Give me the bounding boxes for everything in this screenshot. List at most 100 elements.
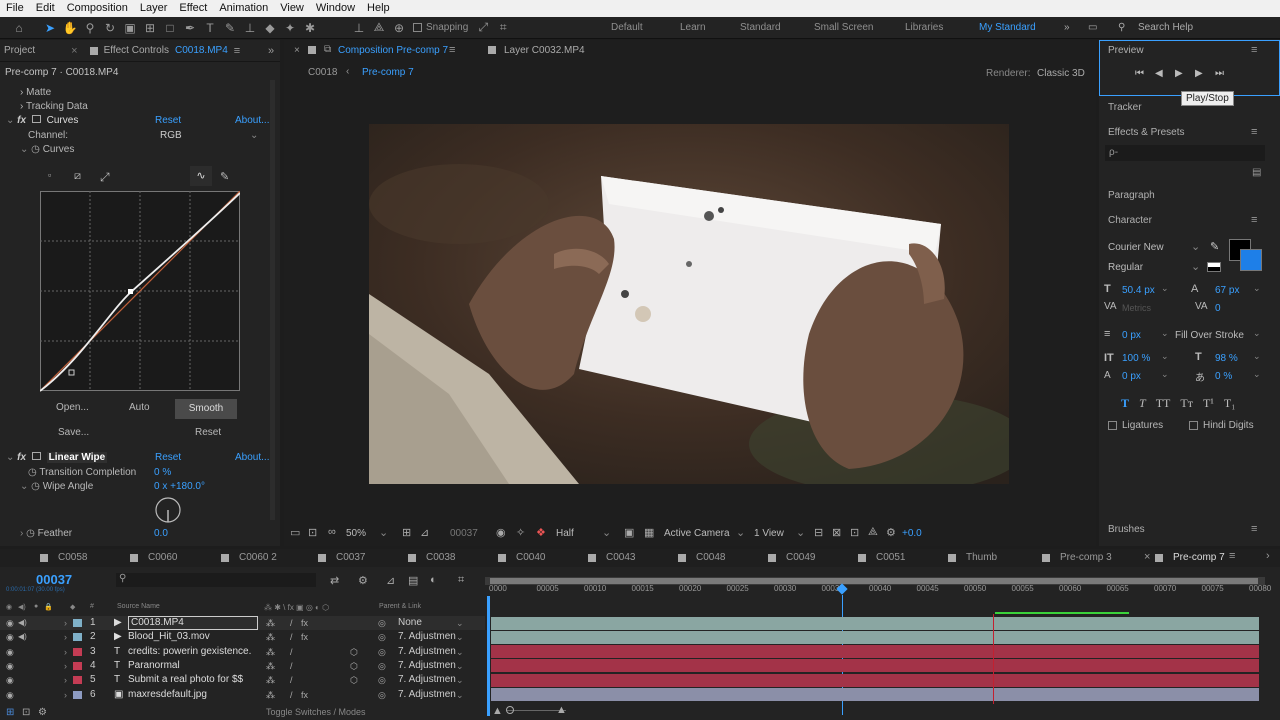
panel-menu-icon[interactable]: ≡ — [1251, 44, 1257, 56]
chevron-down-icon[interactable]: ⌄ — [379, 526, 388, 539]
curves-graph[interactable] — [40, 191, 240, 392]
graph-editor-icon[interactable]: ⌗ — [458, 574, 464, 587]
fx-switch-icon[interactable]: fx — [301, 616, 308, 630]
lock-icon[interactable] — [768, 554, 776, 562]
eye-icon[interactable]: ◉ — [6, 645, 14, 659]
tab-c0060[interactable]: C0060 — [148, 552, 177, 563]
default-colors-icon[interactable] — [1207, 262, 1221, 272]
stroke-color-swatch[interactable] — [1240, 249, 1262, 271]
label-color[interactable] — [73, 619, 82, 627]
layer-duration-bar[interactable] — [491, 630, 1259, 644]
chevron-down-icon[interactable]: ⌄ — [456, 630, 464, 644]
stopwatch-icon[interactable]: ◷ — [28, 467, 37, 478]
stopwatch-icon[interactable]: ◷ — [26, 528, 35, 539]
zoom-tool-icon[interactable]: ⚲ — [81, 19, 99, 37]
fx-icon[interactable]: fx — [17, 115, 26, 126]
lock-icon[interactable] — [1042, 554, 1050, 562]
channel-select[interactable]: RGB — [160, 129, 182, 143]
layer-duration-bar[interactable] — [491, 616, 1259, 630]
chevron-down-icon[interactable]: ⌄ — [250, 129, 258, 143]
eye-icon[interactable]: ◉ — [6, 688, 14, 702]
menu-effect[interactable]: Effect — [173, 0, 213, 17]
pick-whip-icon[interactable]: ◎ — [378, 673, 386, 687]
label-color[interactable] — [73, 647, 82, 656]
renderer-value[interactable]: Classic 3D — [1037, 68, 1085, 79]
eye-icon[interactable]: ◉ — [6, 659, 14, 673]
parent-select[interactable]: None — [398, 616, 422, 630]
paragraph-title[interactable]: Paragraph — [1108, 190, 1155, 201]
lock-icon[interactable] — [130, 554, 138, 562]
linear-wipe-reset-link[interactable]: Reset — [155, 451, 181, 465]
pick-whip-icon[interactable]: ◎ — [378, 688, 386, 702]
workspace-learn[interactable]: Learn — [680, 17, 706, 39]
curve-medium-icon[interactable]: ⧄ — [74, 170, 81, 183]
chevron-down-icon[interactable]: ⌄ — [1161, 328, 1169, 339]
feather-value[interactable]: 0.0 — [154, 527, 168, 541]
small-caps-icon[interactable]: Tт — [1180, 396, 1193, 411]
menu-composition[interactable]: Composition — [61, 0, 134, 17]
snap-options-icon[interactable]: ⤢ — [474, 19, 492, 37]
always-preview-icon[interactable]: ▭ — [290, 526, 300, 539]
label-color[interactable] — [73, 690, 82, 699]
lock-icon[interactable] — [40, 554, 48, 562]
kerning-value[interactable]: Metrics — [1122, 303, 1151, 313]
lock-icon[interactable] — [858, 554, 866, 562]
audio-icon[interactable]: ◀) — [18, 630, 27, 644]
tab-c0040[interactable]: C0040 — [516, 552, 545, 563]
font-style-select[interactable]: Regular — [1108, 262, 1143, 273]
chevron-down-icon[interactable]: ⌄ — [1191, 240, 1200, 253]
exposure-value[interactable]: +0.0 — [902, 528, 922, 539]
tab-c0043[interactable]: C0043 — [606, 552, 635, 563]
expand-icon[interactable]: ⊞ — [6, 707, 14, 718]
parent-select[interactable]: 7. Adjustmen — [398, 659, 456, 673]
rotate-tool-icon[interactable]: ↻ — [101, 19, 119, 37]
collapse-arrow-icon[interactable]: ⌄ — [6, 115, 14, 126]
faux-bold-icon[interactable]: T — [1121, 396, 1129, 411]
vertical-scale-value[interactable]: 100 % — [1122, 353, 1150, 364]
tracking-data-group[interactable]: › Tracking Data — [20, 100, 88, 114]
expand-arrow-icon[interactable]: › — [64, 659, 67, 673]
chevron-down-icon[interactable]: ⌄ — [456, 645, 464, 659]
layer-duration-bar[interactable] — [491, 673, 1259, 687]
tracking-value[interactable]: 0 — [1215, 303, 1221, 314]
search-help-input[interactable]: Search Help — [1138, 17, 1193, 39]
expand-layer-icon[interactable]: ⊡ — [22, 707, 30, 718]
workspace-panel-icon[interactable]: ▭ — [1088, 17, 1097, 39]
bezier-curve-tool-icon[interactable]: ∿ — [190, 166, 212, 186]
pick-whip-icon[interactable]: ◎ — [378, 616, 386, 630]
play-stop-icon[interactable]: ▶ — [1175, 68, 1183, 79]
parent-link-header[interactable]: Parent & Link — [379, 603, 421, 610]
composition-tab[interactable]: Composition Pre-comp 7 — [338, 45, 448, 56]
layer-name[interactable]: C0018.MP4 — [128, 616, 258, 630]
expand-panel-icon[interactable]: › — [1266, 550, 1270, 562]
timeline-search-input[interactable]: ⚲ — [116, 573, 316, 587]
zoom-select[interactable]: 50% — [346, 528, 366, 539]
toggle-switches-modes[interactable]: Toggle Switches / Modes — [266, 707, 366, 717]
parent-select[interactable]: 7. Adjustmen — [398, 688, 456, 702]
expand-panel-icon[interactable]: » — [268, 45, 274, 57]
selection-tool-icon[interactable]: ➤ — [41, 19, 59, 37]
quality-switch-icon[interactable]: / — [290, 630, 293, 644]
transparency-grid-icon[interactable]: ▦ — [644, 526, 654, 539]
stopwatch-icon[interactable]: ◷ — [31, 481, 40, 492]
lock-icon[interactable] — [1155, 554, 1163, 562]
layer-name[interactable]: Paranormal — [128, 659, 180, 673]
horizontal-scale-value[interactable]: 98 % — [1215, 353, 1238, 364]
tab-c0060-2[interactable]: C0060 2 — [239, 552, 277, 563]
layer-row[interactable]: ◉ ◀) › 1 ▶ C0018.MP4 ⁂ / fx ◎ None ⌄ — [0, 616, 485, 630]
crumb-c0018[interactable]: C0018 — [308, 67, 337, 78]
menu-view[interactable]: View — [274, 0, 310, 17]
lock-icon[interactable] — [948, 554, 956, 562]
time-ruler[interactable]: 0000 00005 00010 00015 00020 00025 00030 00035 0… — [485, 584, 1271, 596]
next-frame-icon[interactable]: ▶ — [1195, 68, 1203, 79]
rectangle-tool-icon[interactable]: □ — [161, 19, 179, 37]
quality-switch-icon[interactable]: / — [290, 645, 293, 659]
lock-icon[interactable] — [221, 554, 229, 562]
layer-tab[interactable]: Layer C0032.MP4 — [504, 45, 585, 56]
font-family-select[interactable]: Courier New — [1108, 242, 1164, 253]
menu-window[interactable]: Window — [310, 0, 361, 17]
chevron-down-icon[interactable]: ⌄ — [456, 616, 464, 630]
chevron-down-icon[interactable]: ⌄ — [1253, 369, 1261, 380]
pencil-tool-icon[interactable]: ✎ — [220, 170, 229, 183]
roto-brush-icon[interactable]: ✦ — [281, 19, 299, 37]
